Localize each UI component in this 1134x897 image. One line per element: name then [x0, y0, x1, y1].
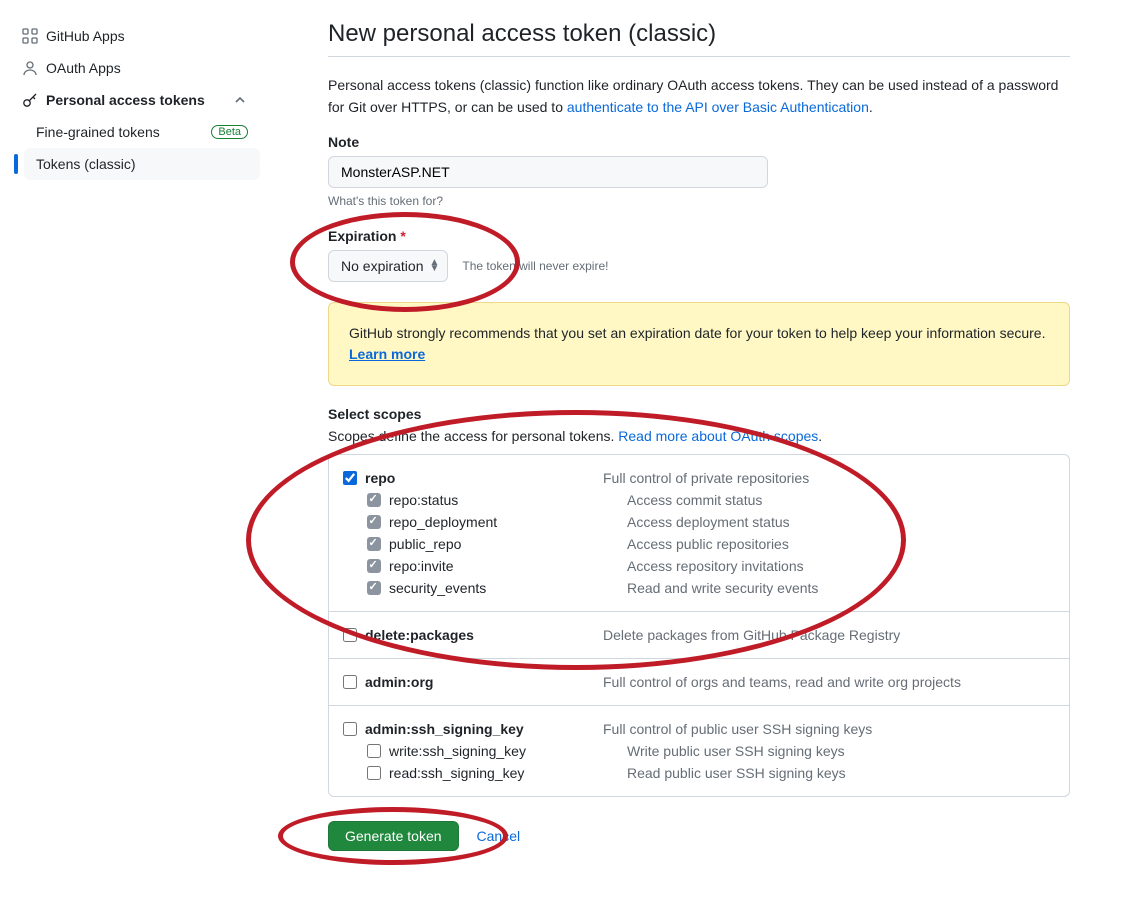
scope-group-repo: repo Full control of private repositorie…: [329, 455, 1069, 611]
checkbox-public-repo[interactable]: [367, 537, 381, 551]
note-label: Note: [328, 134, 1070, 150]
sidebar-item-oauth-apps[interactable]: OAuth Apps: [10, 52, 260, 84]
scopes-intro: Scopes define the access for personal to…: [328, 428, 1070, 444]
chevron-up-icon: [232, 92, 248, 108]
note-hint: What's this token for?: [328, 194, 1070, 208]
sidebar-item-label: Fine-grained tokens: [36, 124, 160, 140]
main-content: New personal access token (classic) Pers…: [280, 20, 1070, 851]
checkbox-write-ssh[interactable]: [367, 744, 381, 758]
generate-token-button[interactable]: Generate token: [328, 821, 459, 851]
sidebar-item-label: Personal access tokens: [46, 92, 205, 108]
sidebar-item-fine-grained[interactable]: Fine-grained tokens Beta: [24, 116, 260, 148]
scopes-title: Select scopes: [328, 406, 1070, 422]
expiration-label: Expiration *: [328, 228, 1070, 244]
scopes-section: Select scopes Scopes define the access f…: [328, 406, 1070, 797]
note-input[interactable]: [328, 156, 768, 188]
flash-section: GitHub strongly recommends that you set …: [328, 302, 1070, 386]
scope-group-delete-packages: delete:packagesDelete packages from GitH…: [329, 611, 1069, 658]
checkbox-admin-ssh[interactable]: [343, 722, 357, 736]
sidebar: GitHub Apps OAuth Apps Personal access t…: [10, 20, 280, 851]
scope-box: repo Full control of private repositorie…: [328, 454, 1070, 797]
checkbox-security-events[interactable]: [367, 581, 381, 595]
oauth-scopes-link[interactable]: Read more about OAuth scopes: [618, 428, 818, 444]
scope-group-admin-org: admin:orgFull control of orgs and teams,…: [329, 658, 1069, 705]
beta-badge: Beta: [211, 125, 248, 139]
sidebar-item-label: GitHub Apps: [46, 28, 125, 44]
checkbox-admin-org[interactable]: [343, 675, 357, 689]
intro-text: Personal access tokens (classic) functio…: [328, 75, 1070, 118]
checkbox-repo-invite[interactable]: [367, 559, 381, 573]
checkbox-repo-status[interactable]: [367, 493, 381, 507]
sidebar-subgroup: Fine-grained tokens Beta Tokens (classic…: [24, 116, 260, 180]
expiration-section: Expiration * No expiration ▲▼ The token …: [328, 228, 1070, 282]
sidebar-item-github-apps[interactable]: GitHub Apps: [10, 20, 260, 52]
expiration-select[interactable]: No expiration ▲▼: [328, 250, 448, 282]
key-icon: [22, 92, 38, 108]
sidebar-item-tokens-classic[interactable]: Tokens (classic): [24, 148, 260, 180]
checkbox-delete-packages[interactable]: [343, 628, 357, 642]
expiration-note: The token will never expire!: [462, 259, 608, 273]
sidebar-item-label: Tokens (classic): [36, 156, 136, 172]
select-arrows-icon: ▲▼: [430, 260, 440, 272]
learn-more-link[interactable]: Learn more: [349, 346, 425, 362]
auth-api-link[interactable]: authenticate to the API over Basic Authe…: [567, 99, 869, 115]
note-section: Note What's this token for?: [328, 134, 1070, 208]
apps-icon: [22, 28, 38, 44]
expiration-warning: GitHub strongly recommends that you set …: [328, 302, 1070, 386]
form-actions: Generate token Cancel: [328, 821, 1070, 851]
checkbox-repo[interactable]: [343, 471, 357, 485]
person-icon: [22, 60, 38, 76]
scope-group-ssh-signing: admin:ssh_signing_keyFull control of pub…: [329, 705, 1069, 796]
checkbox-repo-deployment[interactable]: [367, 515, 381, 529]
page-title: New personal access token (classic): [328, 20, 1070, 57]
cancel-link[interactable]: Cancel: [477, 828, 521, 844]
sidebar-item-label: OAuth Apps: [46, 60, 121, 76]
checkbox-read-ssh[interactable]: [367, 766, 381, 780]
sidebar-item-pat[interactable]: Personal access tokens: [10, 84, 260, 116]
